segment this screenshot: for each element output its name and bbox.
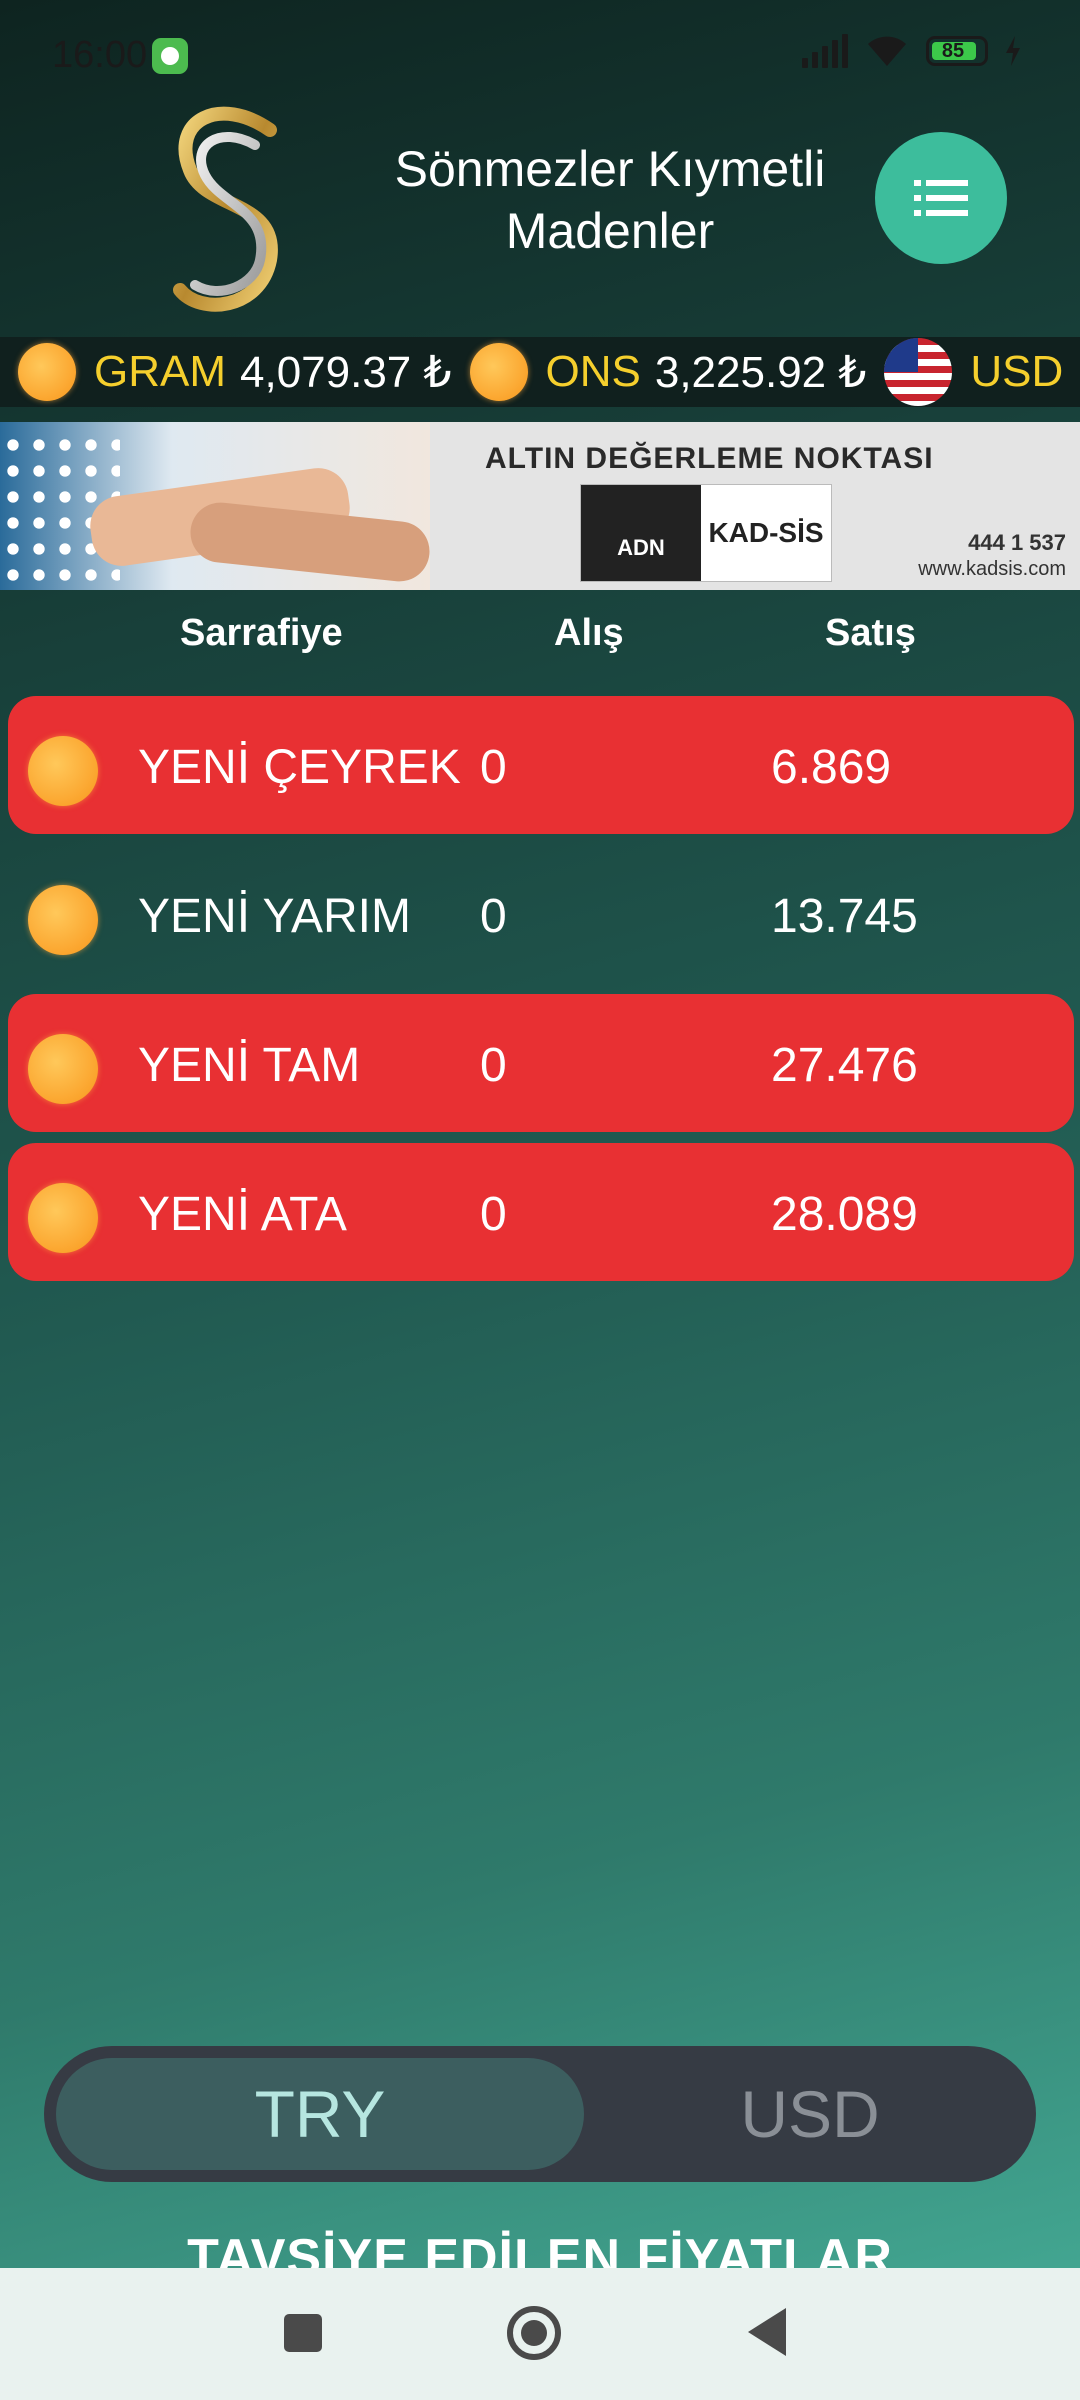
- ad-banner[interactable]: ALTIN DEĞERLEME NOKTASI ADN KAD-SİS 444 …: [0, 422, 1080, 590]
- row-name: YENİ ATA: [138, 1188, 347, 1241]
- row-sell: 6.869: [771, 741, 892, 794]
- adn-logo: ADN: [581, 485, 701, 581]
- ticker-item-gram: GRAM 4,079.37 ₺: [18, 343, 452, 401]
- back-icon[interactable]: [748, 2308, 786, 2356]
- recents-icon[interactable]: [284, 2314, 322, 2352]
- row-sell: 28.089: [771, 1188, 918, 1241]
- toggle-option-usd[interactable]: USD: [596, 2058, 1024, 2170]
- gold-coin-icon: [18, 343, 76, 401]
- wifi-icon: [868, 36, 906, 66]
- ticker-label: GRAM: [94, 347, 226, 396]
- charging-icon: [1006, 36, 1020, 66]
- price-row[interactable]: YENİ ATA 0 28.089: [8, 1143, 1074, 1281]
- ticker-label: USD: [970, 347, 1064, 396]
- gold-coin-icon: [28, 736, 98, 806]
- row-sell: 13.745: [771, 890, 918, 943]
- row-buy: 0: [480, 741, 507, 794]
- gold-coin-icon: [28, 885, 98, 955]
- ticker-value: 4,079.37 ₺: [240, 347, 452, 397]
- price-row[interactable]: YENİ TAM 0 27.476: [8, 994, 1074, 1132]
- banner-title: ALTIN DEĞERLEME NOKTASI: [485, 442, 934, 475]
- banner-phone: 444 1 537: [968, 530, 1066, 555]
- kadsis-logo-text: KAD-SİS: [708, 517, 824, 548]
- battery-icon: 85: [926, 36, 988, 66]
- currency-toggle: TRY USD: [44, 2046, 1036, 2182]
- row-name: YENİ YARIM: [138, 890, 411, 943]
- price-row[interactable]: YENİ ÇEYREK 0 6.869: [8, 696, 1074, 834]
- ticker-item-usd: USD: [884, 338, 1063, 406]
- banner-content: ALTIN DEĞERLEME NOKTASI ADN KAD-SİS 444 …: [430, 422, 1080, 590]
- status-time: 16:00: [52, 34, 148, 76]
- gold-coin-icon: [28, 1034, 98, 1104]
- gold-coin-icon: [28, 1183, 98, 1253]
- banner-website: www.kadsis.com: [918, 558, 1066, 580]
- column-header-buy: Alış: [554, 612, 624, 654]
- gold-coin-icon: [469, 343, 528, 401]
- notification-app-icon: [152, 38, 188, 74]
- banner-handshake-image: [0, 422, 430, 590]
- ticker-label: ONS: [545, 347, 641, 396]
- ticker-value: 3,225.92 ₺: [654, 347, 867, 397]
- row-buy: 0: [480, 1039, 507, 1092]
- status-icons: 85: [802, 34, 1022, 68]
- app-header: Sönmezler Kıymetli Madenler: [0, 100, 1080, 330]
- row-buy: 0: [480, 1188, 507, 1241]
- price-row[interactable]: YENİ YARIM 0 13.745: [8, 845, 1074, 983]
- row-buy: 0: [480, 890, 507, 943]
- menu-button[interactable]: [875, 132, 1007, 264]
- home-icon[interactable]: [507, 2306, 561, 2360]
- row-name: YENİ ÇEYREK: [138, 741, 461, 794]
- ticker-item-ons: ONS 3,225.92 ₺: [469, 343, 867, 401]
- column-header-name: Sarrafiye: [180, 612, 343, 654]
- status-bar: 16:00 85: [0, 0, 1080, 112]
- system-navigation-bar: [0, 2268, 1080, 2400]
- battery-level: 85: [941, 39, 965, 62]
- signal-icon: [802, 34, 848, 68]
- app-title: Sönmezler Kıymetli Madenler: [394, 141, 826, 259]
- row-name: YENİ TAM: [138, 1039, 361, 1092]
- row-sell: 27.476: [771, 1039, 918, 1092]
- logo-icon: [173, 106, 278, 312]
- list-menu-icon: [914, 180, 968, 216]
- column-header-sell: Satış: [825, 612, 916, 654]
- price-ticker: GRAM 4,079.37 ₺ ONS 3,225.92 ₺ USD: [0, 337, 1080, 407]
- toggle-option-try[interactable]: TRY: [56, 2058, 584, 2170]
- us-flag-icon: [884, 338, 953, 406]
- kadsis-logo: ADN KAD-SİS: [580, 484, 832, 582]
